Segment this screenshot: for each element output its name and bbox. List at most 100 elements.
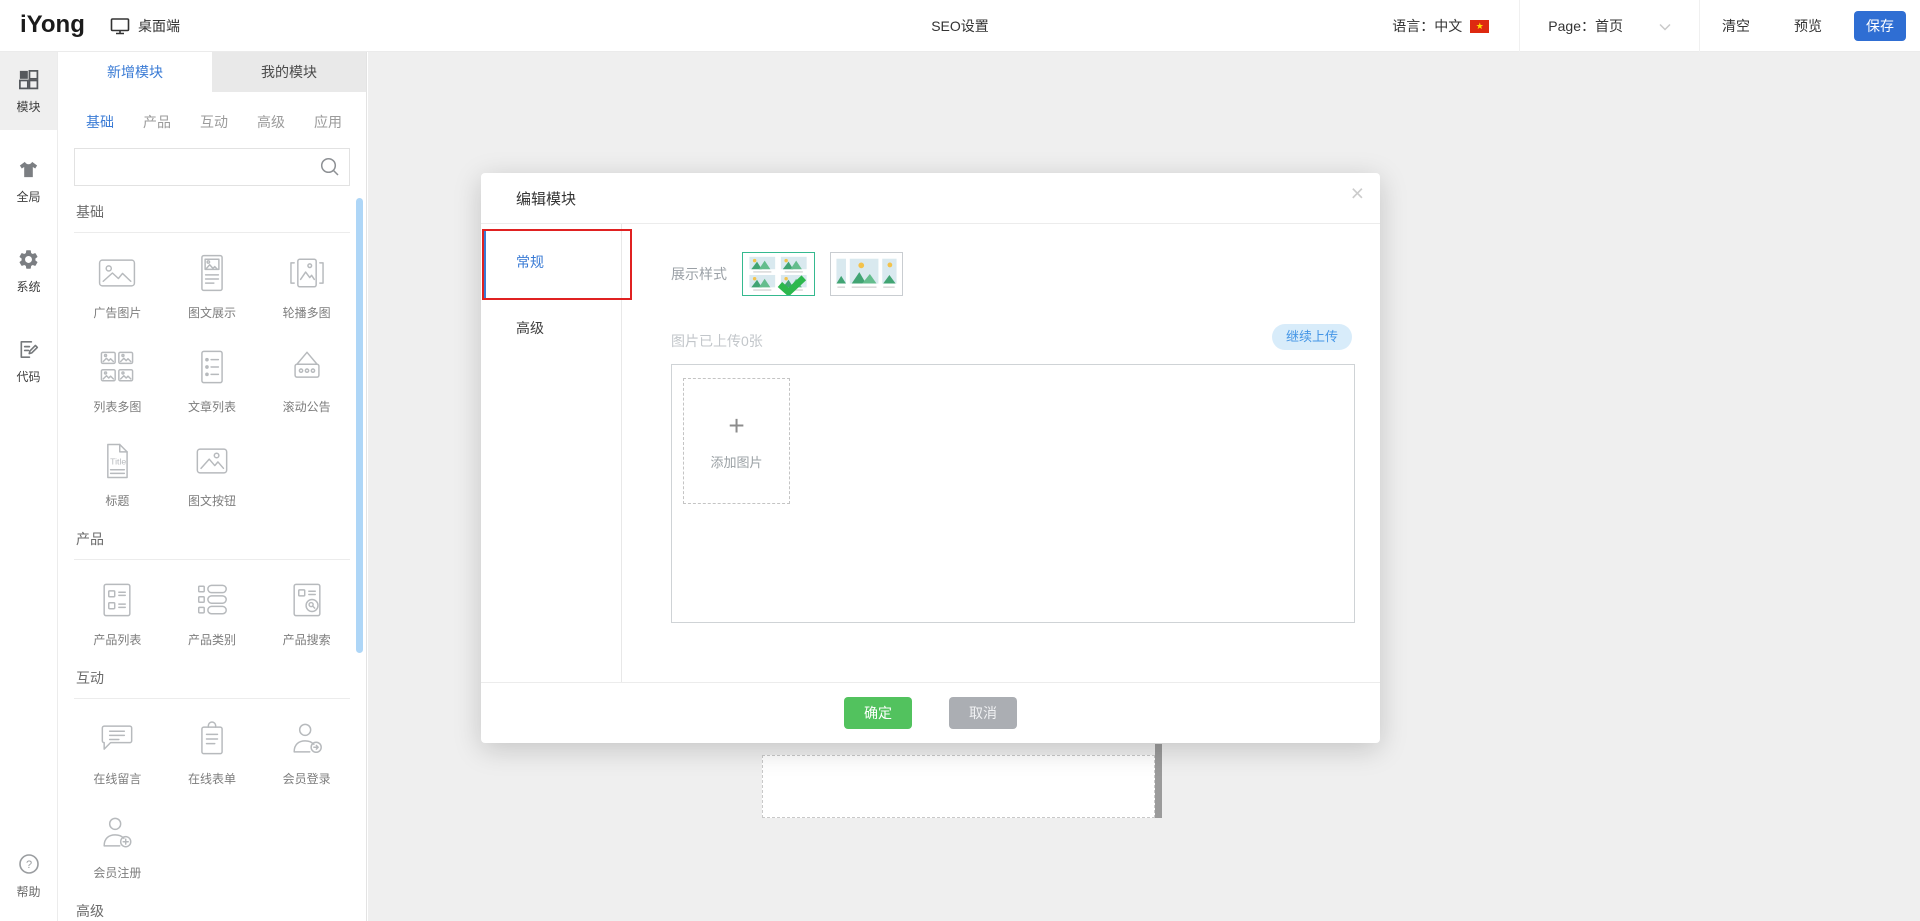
member-login-icon bbox=[285, 717, 329, 761]
seo-settings-button[interactable]: SEO设置 bbox=[931, 0, 989, 52]
online-message-icon bbox=[95, 717, 139, 761]
article-list-icon bbox=[190, 345, 234, 389]
module-item-carousel[interactable]: 轮播多图 bbox=[259, 251, 354, 321]
display-style-row: 展示样式 bbox=[671, 252, 1380, 296]
panel-scrollbar[interactable] bbox=[356, 198, 363, 653]
style-option-columns[interactable] bbox=[830, 252, 903, 296]
search-icon[interactable] bbox=[319, 156, 341, 183]
product-search-icon bbox=[285, 578, 329, 622]
module-label: 轮播多图 bbox=[283, 304, 331, 321]
upload-header: 图片已上传0张 继续上传 bbox=[671, 328, 1355, 354]
app-root: iYong 桌面端 SEO设置 语言：中文 ★ Page：首页 清空 预览 保 bbox=[0, 0, 1920, 921]
canvas-scrollbar[interactable] bbox=[1155, 744, 1162, 818]
clear-button[interactable]: 清空 bbox=[1722, 16, 1750, 36]
page-label: Page：首页 bbox=[1548, 16, 1623, 36]
module-item-online-message[interactable]: 在线留言 bbox=[70, 717, 165, 787]
subtab-basic[interactable]: 基础 bbox=[86, 112, 114, 132]
module-label: 会员注册 bbox=[93, 864, 141, 881]
product-category-icon bbox=[190, 578, 234, 622]
dialog-footer: 确定 取消 bbox=[481, 682, 1380, 743]
dialog-tab-advanced[interactable]: 高级 bbox=[481, 295, 621, 361]
confirm-button[interactable]: 确定 bbox=[844, 697, 912, 729]
module-label: 产品搜索 bbox=[283, 631, 331, 648]
gear-icon bbox=[17, 248, 40, 271]
search-input[interactable] bbox=[74, 148, 350, 186]
monitor-icon bbox=[110, 17, 130, 35]
module-item-image-text[interactable]: 图文展示 bbox=[165, 251, 260, 321]
section-grid-product: 产品列表 产品类别 产品搜索 bbox=[58, 560, 366, 652]
rail-label: 全局 bbox=[16, 188, 40, 205]
module-label: 文章列表 bbox=[188, 398, 236, 415]
section-grid-basic: 广告图片 图文展示 轮播多图 bbox=[58, 233, 366, 513]
product-list-icon bbox=[95, 578, 139, 622]
modules-panel: 新增模块 我的模块 基础 产品 互动 高级 应用 基础 广告图片 bbox=[58, 52, 367, 921]
sidebar-item-global[interactable]: 全局 bbox=[0, 142, 57, 220]
sidebar-item-help[interactable]: ? 帮助 bbox=[0, 837, 57, 915]
module-item-image-button[interactable]: 图文按钮 bbox=[165, 439, 260, 509]
subtab-interact[interactable]: 互动 bbox=[200, 112, 228, 132]
subtab-advanced[interactable]: 高级 bbox=[257, 112, 285, 132]
continue-upload-button[interactable]: 继续上传 bbox=[1272, 324, 1352, 350]
sidebar-rail: 模块 全局 系统 代码 ? 帮助 bbox=[0, 52, 58, 921]
china-flag-icon: ★ bbox=[1470, 20, 1489, 33]
section-title: 互动 bbox=[76, 668, 348, 688]
sidebar-item-modules[interactable]: 模块 bbox=[0, 52, 57, 130]
sidebar-item-system[interactable]: 系统 bbox=[0, 232, 57, 310]
module-item-article-list[interactable]: 文章列表 bbox=[165, 345, 260, 415]
style-option-grid[interactable] bbox=[742, 252, 815, 296]
save-button[interactable]: 保存 bbox=[1854, 11, 1906, 41]
image-button-icon bbox=[190, 439, 234, 483]
sidebar-item-code[interactable]: 代码 bbox=[0, 322, 57, 400]
cancel-button[interactable]: 取消 bbox=[949, 697, 1017, 729]
scroll-notice-icon bbox=[285, 345, 329, 389]
code-edit-icon bbox=[17, 338, 40, 361]
module-item-member-register[interactable]: 会员注册 bbox=[70, 811, 165, 881]
top-bar: iYong 桌面端 SEO设置 语言：中文 ★ Page：首页 清空 预览 保 bbox=[0, 0, 1920, 52]
top-bar-right: 语言：中文 ★ Page：首页 清空 预览 保存 bbox=[1362, 0, 1920, 52]
device-label: 桌面端 bbox=[138, 16, 180, 36]
module-item-scroll-notice[interactable]: 滚动公告 bbox=[259, 345, 354, 415]
module-label: 图文按钮 bbox=[188, 492, 236, 509]
language-selector[interactable]: 语言：中文 ★ bbox=[1362, 16, 1519, 36]
module-item-product-list[interactable]: 产品列表 bbox=[70, 578, 165, 648]
module-item-product-category[interactable]: 产品类别 bbox=[165, 578, 260, 648]
search-box bbox=[74, 148, 350, 186]
app-logo: iYong bbox=[20, 11, 85, 39]
module-label: 在线留言 bbox=[93, 770, 141, 787]
subtab-product[interactable]: 产品 bbox=[143, 112, 171, 132]
language-label: 语言：中文 bbox=[1392, 16, 1462, 36]
tab-my-modules[interactable]: 我的模块 bbox=[212, 52, 366, 92]
online-form-icon bbox=[190, 717, 234, 761]
module-item-member-login[interactable]: 会员登录 bbox=[259, 717, 354, 787]
page-selector[interactable]: Page：首页 bbox=[1520, 16, 1699, 36]
dialog-tab-general[interactable]: 常规 bbox=[481, 229, 621, 295]
canvas-module-placeholder[interactable] bbox=[762, 755, 1155, 818]
module-label: 产品类别 bbox=[188, 631, 236, 648]
add-image-button[interactable]: + 添加图片 bbox=[683, 378, 790, 504]
preview-button[interactable]: 预览 bbox=[1794, 16, 1822, 36]
dialog-body: 常规 高级 展示样式 bbox=[481, 224, 1380, 682]
tab-new-modules[interactable]: 新增模块 bbox=[58, 52, 212, 92]
module-label: 产品列表 bbox=[93, 631, 141, 648]
modules-icon bbox=[17, 68, 40, 91]
module-item-online-form[interactable]: 在线表单 bbox=[165, 717, 260, 787]
module-item-title[interactable]: Title 标题 bbox=[70, 439, 165, 509]
module-item-ad-image[interactable]: 广告图片 bbox=[70, 251, 165, 321]
close-icon[interactable]: × bbox=[1351, 182, 1364, 205]
dialog-content: 展示样式 bbox=[622, 224, 1380, 682]
module-label: 会员登录 bbox=[283, 770, 331, 787]
subtab-apps[interactable]: 应用 bbox=[314, 112, 342, 132]
module-item-multi-image-list[interactable]: 列表多图 bbox=[70, 345, 165, 415]
dialog-header: 编辑模块 bbox=[481, 173, 1380, 224]
device-switcher[interactable]: 桌面端 bbox=[110, 0, 180, 52]
module-label: 图文展示 bbox=[188, 304, 236, 321]
uploaded-count-text: 图片已上传0张 bbox=[671, 333, 763, 349]
module-item-product-search[interactable]: 产品搜索 bbox=[259, 578, 354, 648]
member-register-icon bbox=[95, 811, 139, 855]
rail-label: 模块 bbox=[16, 98, 40, 115]
rail-label: 系统 bbox=[16, 278, 40, 295]
chevron-down-icon bbox=[1659, 18, 1671, 34]
rail-label: 帮助 bbox=[16, 883, 40, 900]
module-label: 滚动公告 bbox=[283, 398, 331, 415]
module-label: 广告图片 bbox=[93, 304, 141, 321]
